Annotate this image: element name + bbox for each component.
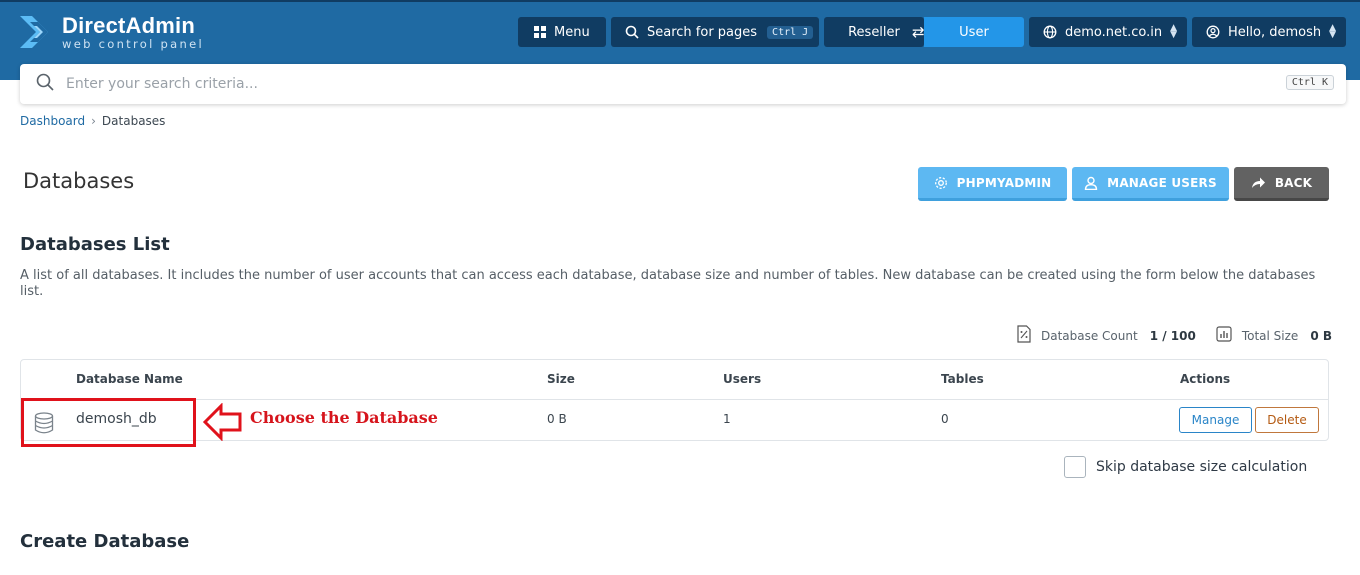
database-stats: Database Count 1 / 100 Total Size 0 B xyxy=(997,325,1332,346)
create-database-title: Create Database xyxy=(20,531,190,552)
annotation-highlight-box xyxy=(21,398,196,447)
user-menu[interactable]: Hello, demosh ▲ ▼ xyxy=(1192,17,1346,47)
database-size: 0 B xyxy=(547,412,567,426)
logo[interactable]: DirectAdmin web control panel xyxy=(18,12,204,52)
manage-database-button[interactable]: Manage xyxy=(1179,407,1252,433)
chevron-right-icon: › xyxy=(91,114,96,128)
search-shortcut: Ctrl J xyxy=(767,25,814,39)
global-search-bar: Ctrl K xyxy=(20,64,1346,104)
annotation-text: Choose the Database xyxy=(250,408,438,427)
phpmyadmin-button[interactable]: PHPMYADMIN xyxy=(918,167,1067,201)
search-pages-button[interactable]: Search for pages Ctrl J xyxy=(611,17,819,47)
annotation-arrow-icon xyxy=(202,402,243,445)
databases-list-title: Databases List xyxy=(20,234,170,255)
database-count-label: Database Count xyxy=(1040,328,1138,343)
share-arrow-icon xyxy=(1251,176,1266,189)
database-users: 1 xyxy=(723,412,731,426)
total-size-label: Total Size xyxy=(1241,328,1299,343)
greeting-label: Hello, demosh xyxy=(1228,24,1322,40)
database-count-stat: Database Count 1 / 100 xyxy=(1017,325,1196,346)
column-header-tables[interactable]: Tables xyxy=(941,372,984,386)
logo-title: DirectAdmin xyxy=(62,12,195,38)
domain-label: demo.net.co.in xyxy=(1065,24,1163,40)
chevron-updown-icon: ▲ ▼ xyxy=(1329,23,1336,40)
column-header-actions: Actions xyxy=(1180,372,1231,386)
back-label: BACK xyxy=(1274,175,1313,190)
search-icon xyxy=(36,73,54,95)
menu-label: Menu xyxy=(554,24,590,40)
breadcrumb-current: Databases xyxy=(101,114,166,128)
gear-icon xyxy=(934,176,948,190)
total-size-stat: Total Size 0 B xyxy=(1216,326,1332,345)
search-input[interactable] xyxy=(66,76,1216,92)
column-header-size[interactable]: Size xyxy=(547,372,575,386)
column-header-name[interactable]: Database Name xyxy=(76,372,183,386)
database-file-icon xyxy=(1017,325,1031,346)
total-size-value: 0 B xyxy=(1310,328,1332,343)
search-pages-label: Search for pages xyxy=(647,24,758,40)
column-header-users[interactable]: Users xyxy=(723,372,761,386)
user-label: User xyxy=(959,24,989,40)
swap-icon: ⇄ xyxy=(912,23,925,41)
breadcrumb: Dashboard › Databases xyxy=(20,114,165,128)
globe-icon xyxy=(1043,25,1057,39)
search-shortcut-hint: Ctrl K xyxy=(1285,75,1334,90)
database-tables: 0 xyxy=(941,412,949,426)
manage-users-button[interactable]: MANAGE USERS xyxy=(1072,167,1229,201)
user-icon xyxy=(1084,176,1098,190)
delete-database-button[interactable]: Delete xyxy=(1255,407,1319,433)
reseller-toggle[interactable]: Reseller xyxy=(824,17,924,47)
bar-chart-icon xyxy=(1216,326,1232,345)
back-button[interactable]: BACK xyxy=(1234,167,1329,201)
domain-select[interactable]: demo.net.co.in ▲ ▼ xyxy=(1029,17,1187,47)
skip-size-calc-option[interactable]: Skip database size calculation xyxy=(1064,456,1307,478)
user-toggle[interactable]: User xyxy=(924,17,1024,47)
directadmin-logo-icon xyxy=(18,12,56,52)
skip-size-checkbox[interactable] xyxy=(1064,456,1086,478)
reseller-label: Reseller xyxy=(848,24,900,40)
menu-button[interactable]: Menu xyxy=(518,17,606,47)
logo-subtitle: web control panel xyxy=(62,36,204,51)
database-count-value: 1 / 100 xyxy=(1149,328,1196,343)
phpmyadmin-label: PHPMYADMIN xyxy=(956,175,1052,190)
breadcrumb-dashboard-link[interactable]: Dashboard xyxy=(20,114,85,128)
grid-icon xyxy=(534,26,546,38)
user-circle-icon xyxy=(1206,25,1220,39)
page-title: Databases xyxy=(23,169,135,193)
manage-users-label: MANAGE USERS xyxy=(1107,175,1217,190)
table-header: Database Name Size Users Tables Actions xyxy=(21,360,1328,400)
search-icon xyxy=(625,25,639,39)
chevron-updown-icon: ▲ ▼ xyxy=(1170,23,1177,40)
skip-size-label[interactable]: Skip database size calculation xyxy=(1096,459,1307,475)
databases-list-description: A list of all databases. It includes the… xyxy=(20,268,1316,299)
